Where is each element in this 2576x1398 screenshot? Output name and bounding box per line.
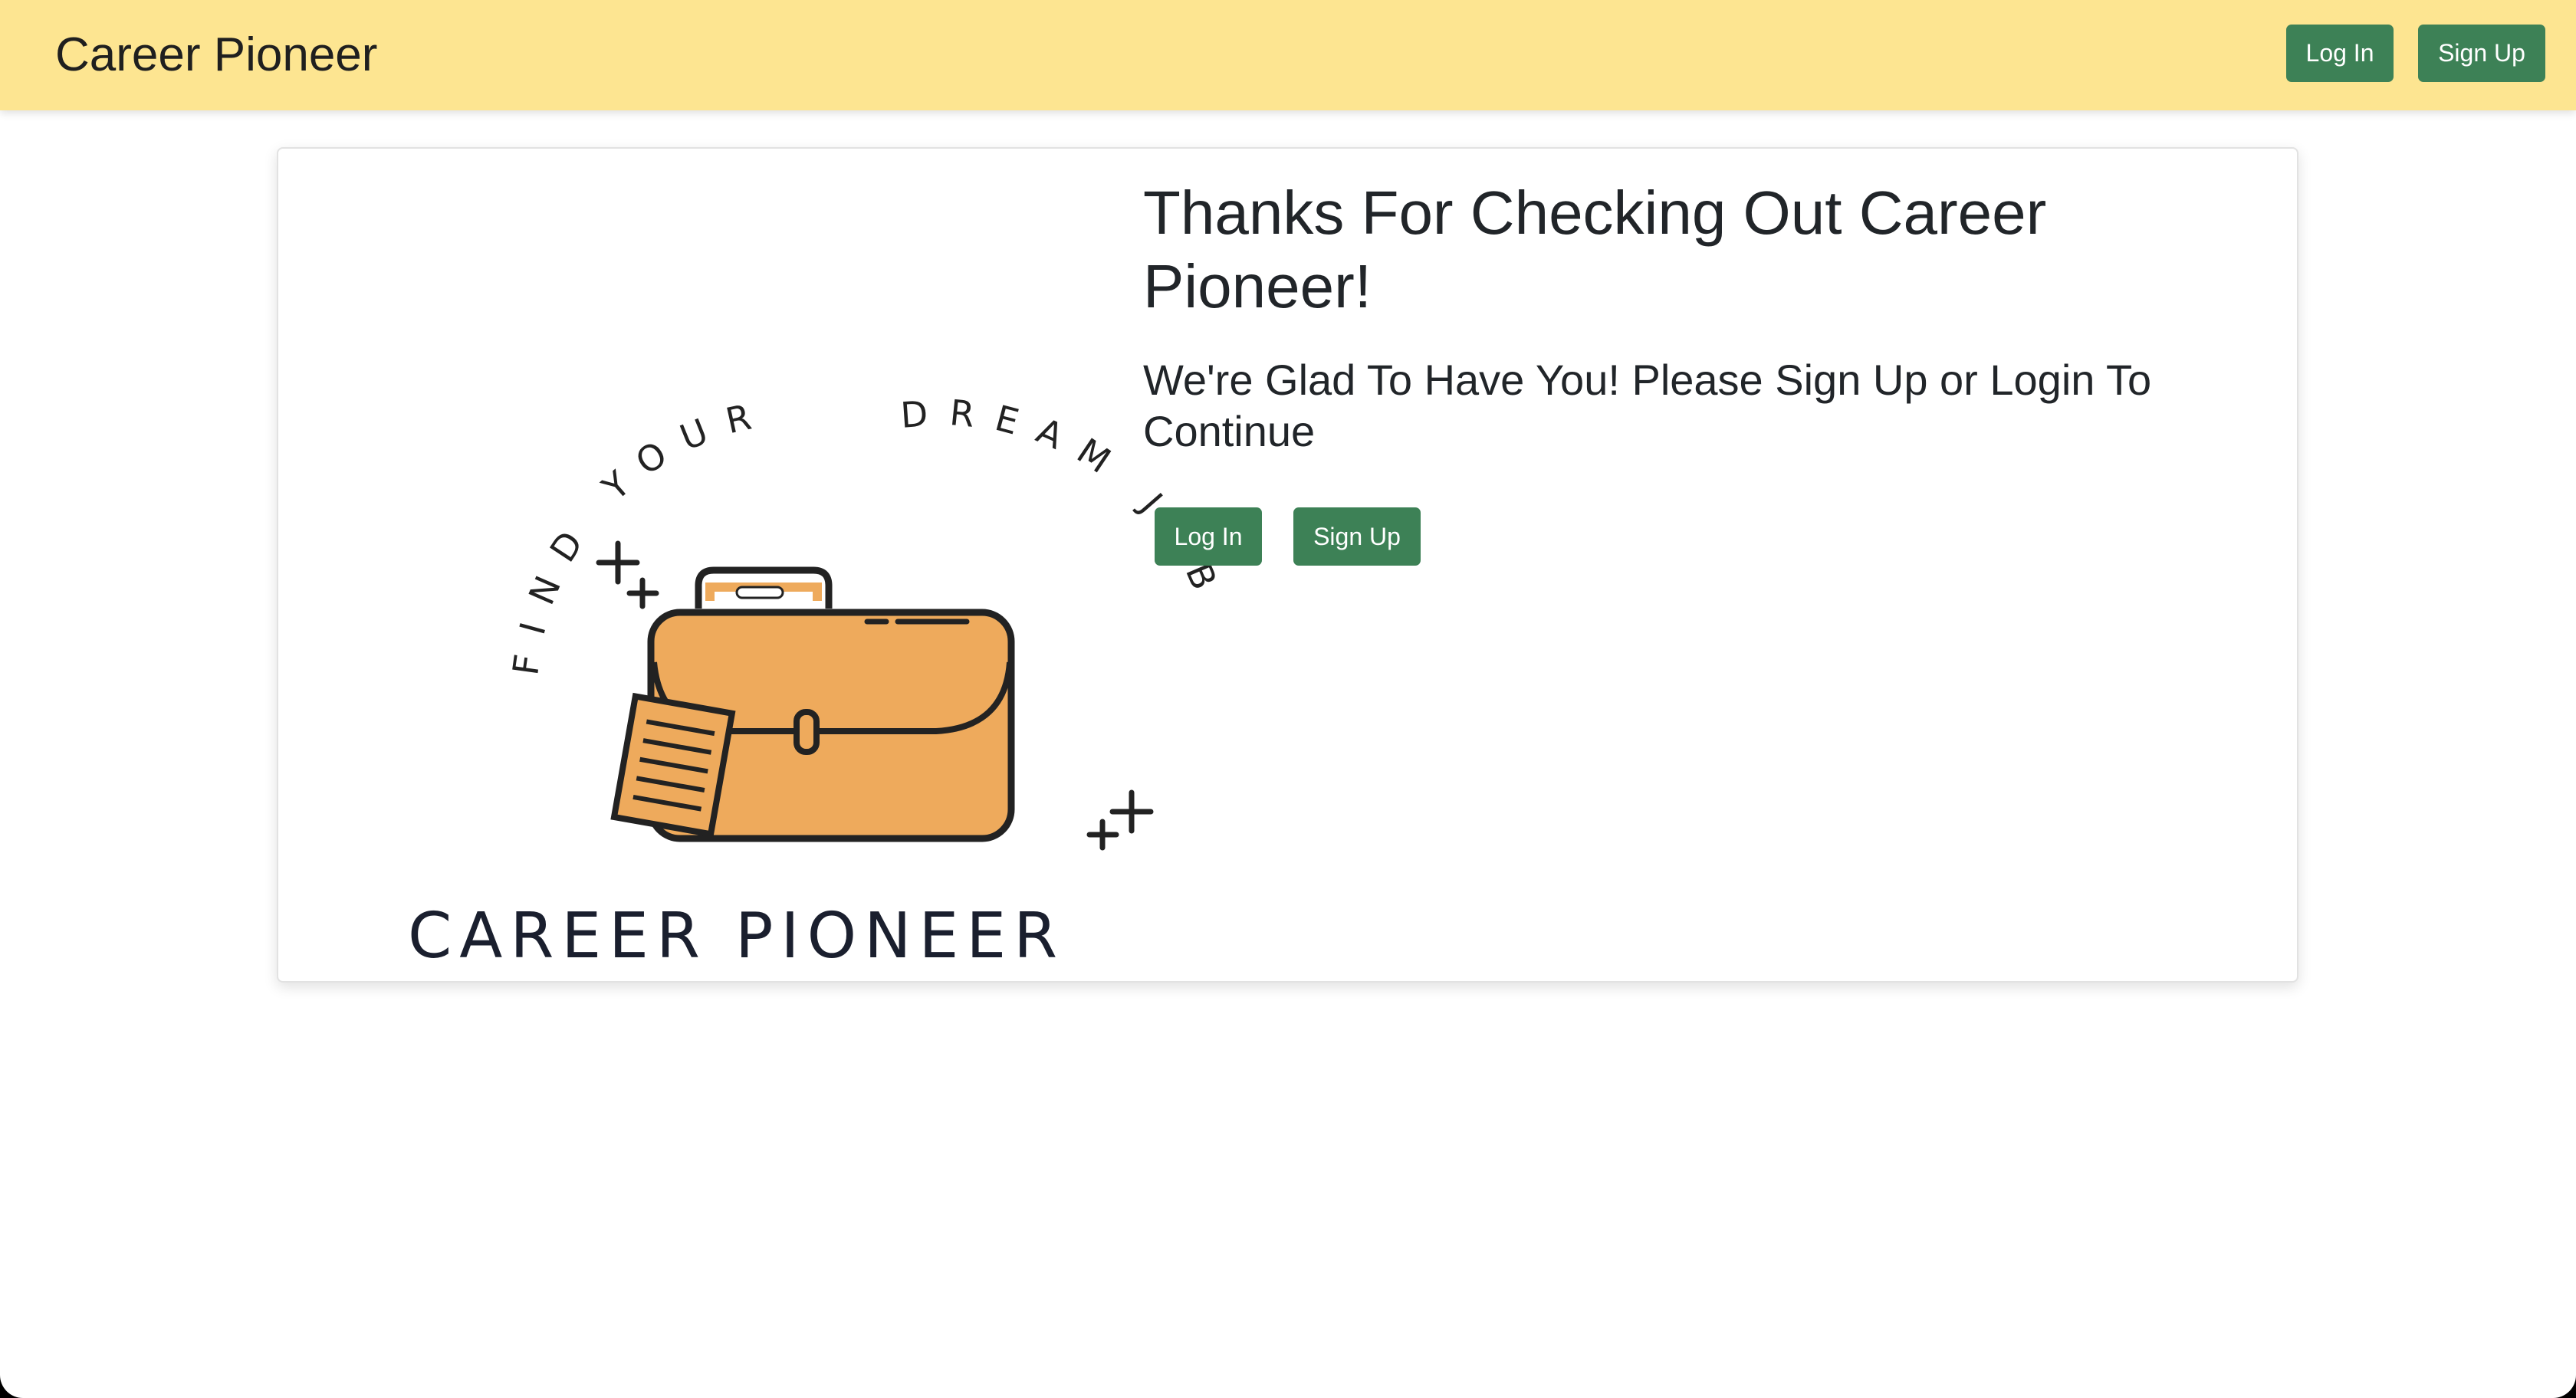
- page: Career Pioneer Log In Sign Up FIND YOUR …: [0, 0, 2576, 1398]
- nav-login-button[interactable]: Log In: [2286, 25, 2394, 82]
- signup-button[interactable]: Sign Up: [1293, 507, 1421, 566]
- login-button[interactable]: Log In: [1155, 507, 1262, 566]
- document-icon: [610, 692, 736, 838]
- brand-title[interactable]: Career Pioneer: [55, 0, 377, 110]
- welcome-card: FIND YOUR DREAM JOB: [277, 147, 2298, 983]
- page-title: Thanks For Checking Out Career Pioneer!: [1143, 179, 2047, 320]
- nav-signup-button[interactable]: Sign Up: [2418, 25, 2545, 82]
- navbar: Career Pioneer Log In Sign Up: [0, 0, 2576, 110]
- page-subtitle: We're Glad To Have You! Please Sign Up o…: [1143, 356, 2152, 455]
- logo-wordmark: CAREER PIONEER: [408, 900, 1065, 973]
